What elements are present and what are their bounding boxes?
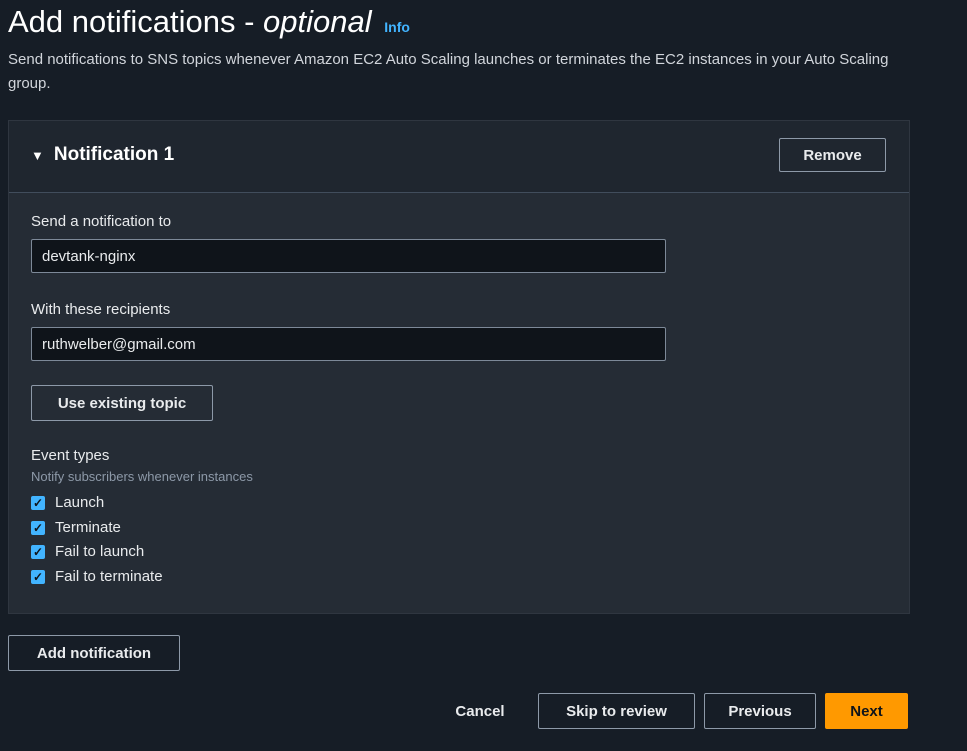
- event-types-label: Event types: [31, 447, 110, 464]
- topic-input[interactable]: devtank-nginx: [31, 239, 666, 273]
- use-existing-topic-button[interactable]: Use existing topic: [31, 385, 213, 421]
- notification-toggle[interactable]: ▼ Notification 1: [31, 144, 174, 166]
- page-description: Send notifications to SNS topics wheneve…: [8, 51, 889, 92]
- recipients-input[interactable]: ruthwelber@gmail.com: [31, 327, 666, 361]
- checkbox-label: Terminate: [55, 519, 121, 536]
- cancel-button[interactable]: Cancel: [440, 693, 520, 729]
- title-optional: optional: [263, 4, 372, 39]
- checkbox-fail-launch[interactable]: ✓ Fail to launch: [31, 543, 144, 560]
- add-notification-button[interactable]: Add notification: [8, 635, 180, 671]
- checkbox-launch[interactable]: ✓ Launch: [31, 494, 104, 511]
- checkbox-label: Fail to terminate: [55, 568, 163, 585]
- skip-to-review-button[interactable]: Skip to review: [538, 693, 695, 729]
- caret-down-icon: ▼: [31, 148, 44, 163]
- check-icon: ✓: [31, 495, 45, 510]
- info-link[interactable]: Info: [384, 19, 410, 35]
- remove-button[interactable]: Remove: [779, 138, 886, 172]
- notification-header: ▼ Notification 1 Remove: [9, 121, 909, 193]
- checkbox-label: Launch: [55, 494, 105, 511]
- previous-button[interactable]: Previous: [704, 693, 816, 729]
- check-icon: ✓: [31, 544, 45, 559]
- recipients-label: With these recipients: [31, 301, 171, 318]
- event-types-hint: Notify subscribers whenever instances: [31, 469, 253, 484]
- page-title: Add notifications - optional Info: [8, 4, 410, 40]
- checkbox-fail-terminate[interactable]: ✓ Fail to terminate: [31, 568, 163, 585]
- notification-panel: ▼ Notification 1 Remove Send a notificati…: [8, 120, 910, 614]
- check-icon: ✓: [31, 569, 45, 584]
- next-button[interactable]: Next: [825, 693, 908, 729]
- notification-title: Notification 1: [53, 144, 175, 165]
- checkbox-label: Fail to launch: [55, 543, 145, 560]
- title-text: Add notifications -: [8, 4, 264, 39]
- send-label: Send a notification to: [31, 213, 172, 230]
- checkbox-terminate[interactable]: ✓ Terminate: [31, 519, 121, 536]
- check-icon: ✓: [31, 520, 45, 535]
